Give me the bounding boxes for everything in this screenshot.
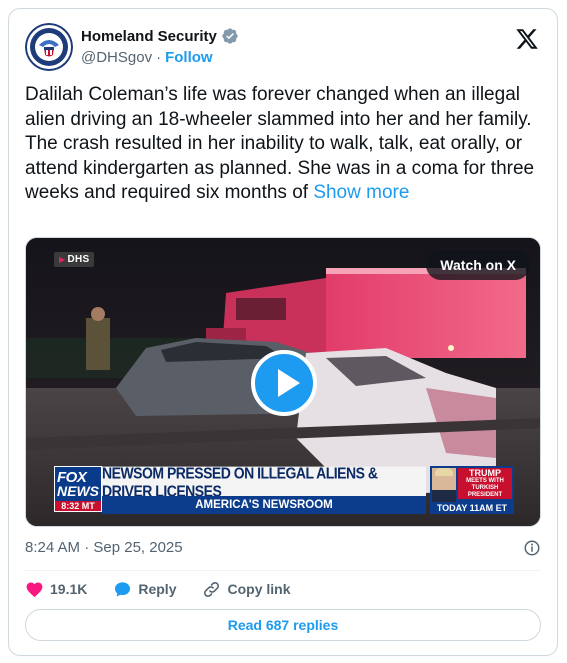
link-icon bbox=[204, 581, 220, 597]
dhs-seal-icon[interactable] bbox=[25, 23, 73, 71]
chyron-promo: TRUMP MEETS WITH TURKISH PRESIDENT TODAY… bbox=[430, 466, 514, 514]
fox-news-logo: FOX NEWS 8:32 MT bbox=[54, 466, 102, 512]
chyron-program: AMERICA'S NEWSROOM bbox=[102, 496, 426, 514]
play-icon[interactable] bbox=[251, 350, 317, 416]
promo-photo bbox=[432, 468, 456, 502]
promo-line-1: TRUMP bbox=[469, 468, 501, 478]
watch-on-x-button[interactable]: Watch on X bbox=[426, 250, 530, 280]
promo-time: TODAY 11AM ET bbox=[430, 502, 514, 514]
heart-icon bbox=[26, 582, 43, 597]
handle-separator: · bbox=[156, 49, 162, 66]
follow-button[interactable]: Follow bbox=[165, 49, 213, 66]
play-triangle-icon: ▶ bbox=[59, 255, 66, 264]
account-name[interactable]: Homeland Security bbox=[81, 28, 217, 45]
account-handle-row: @DHSgov · Follow bbox=[81, 49, 213, 66]
news-logo-text: NEWS bbox=[57, 483, 99, 499]
reply-button[interactable]: Reply bbox=[113, 580, 176, 599]
tweet-body: Dalilah Coleman’s life was forever chang… bbox=[25, 84, 535, 204]
promo-line-3: TURKISH bbox=[471, 485, 499, 491]
info-icon[interactable] bbox=[523, 539, 541, 557]
promo-line-4: PRESIDENT bbox=[467, 492, 503, 498]
account-handle[interactable]: @DHSgov bbox=[81, 49, 152, 66]
copy-link-button[interactable]: Copy link bbox=[202, 580, 291, 599]
read-replies-button[interactable]: Read 687 replies bbox=[25, 609, 541, 641]
copy-link-label: Copy link bbox=[227, 581, 291, 597]
promo-tag: TRUMP MEETS WITH TURKISH PRESIDENT bbox=[458, 468, 512, 499]
promo-line-2: MEETS WITH bbox=[466, 478, 504, 484]
x-logo-icon[interactable] bbox=[515, 27, 539, 51]
reply-label: Reply bbox=[138, 581, 177, 597]
tweet-card: Homeland Security @DHSgov · Follow Dalil… bbox=[8, 8, 558, 656]
account-name-row: Homeland Security bbox=[81, 27, 239, 45]
tweet-timestamp[interactable]: 8:24 AM · Sep 25, 2025 bbox=[25, 539, 183, 556]
source-tag-label: DHS bbox=[67, 254, 90, 265]
like-count: 19.1K bbox=[50, 581, 88, 597]
source-tag: ▶ DHS bbox=[54, 252, 95, 267]
tweet-actions: 19.1K Reply Copy link bbox=[25, 577, 317, 601]
verified-badge-icon bbox=[222, 28, 238, 44]
tweet-text: Dalilah Coleman’s life was forever chang… bbox=[25, 83, 545, 206]
like-button[interactable]: 19.1K bbox=[25, 580, 87, 599]
divider bbox=[25, 570, 541, 571]
chyron-time: 8:32 MT bbox=[55, 501, 101, 511]
reply-bubble-icon bbox=[115, 581, 131, 597]
chyron-headline: NEWSOM PRESSED ON ILLEGAL ALIENS & DRIVE… bbox=[102, 464, 426, 500]
tweet-header: Homeland Security @DHSgov · Follow bbox=[25, 21, 541, 71]
video-player[interactable]: ▶ DHS Watch on X FOX NEWS 8:32 MT NEWSOM … bbox=[25, 237, 541, 527]
show-more-link[interactable]: Show more bbox=[313, 182, 409, 203]
